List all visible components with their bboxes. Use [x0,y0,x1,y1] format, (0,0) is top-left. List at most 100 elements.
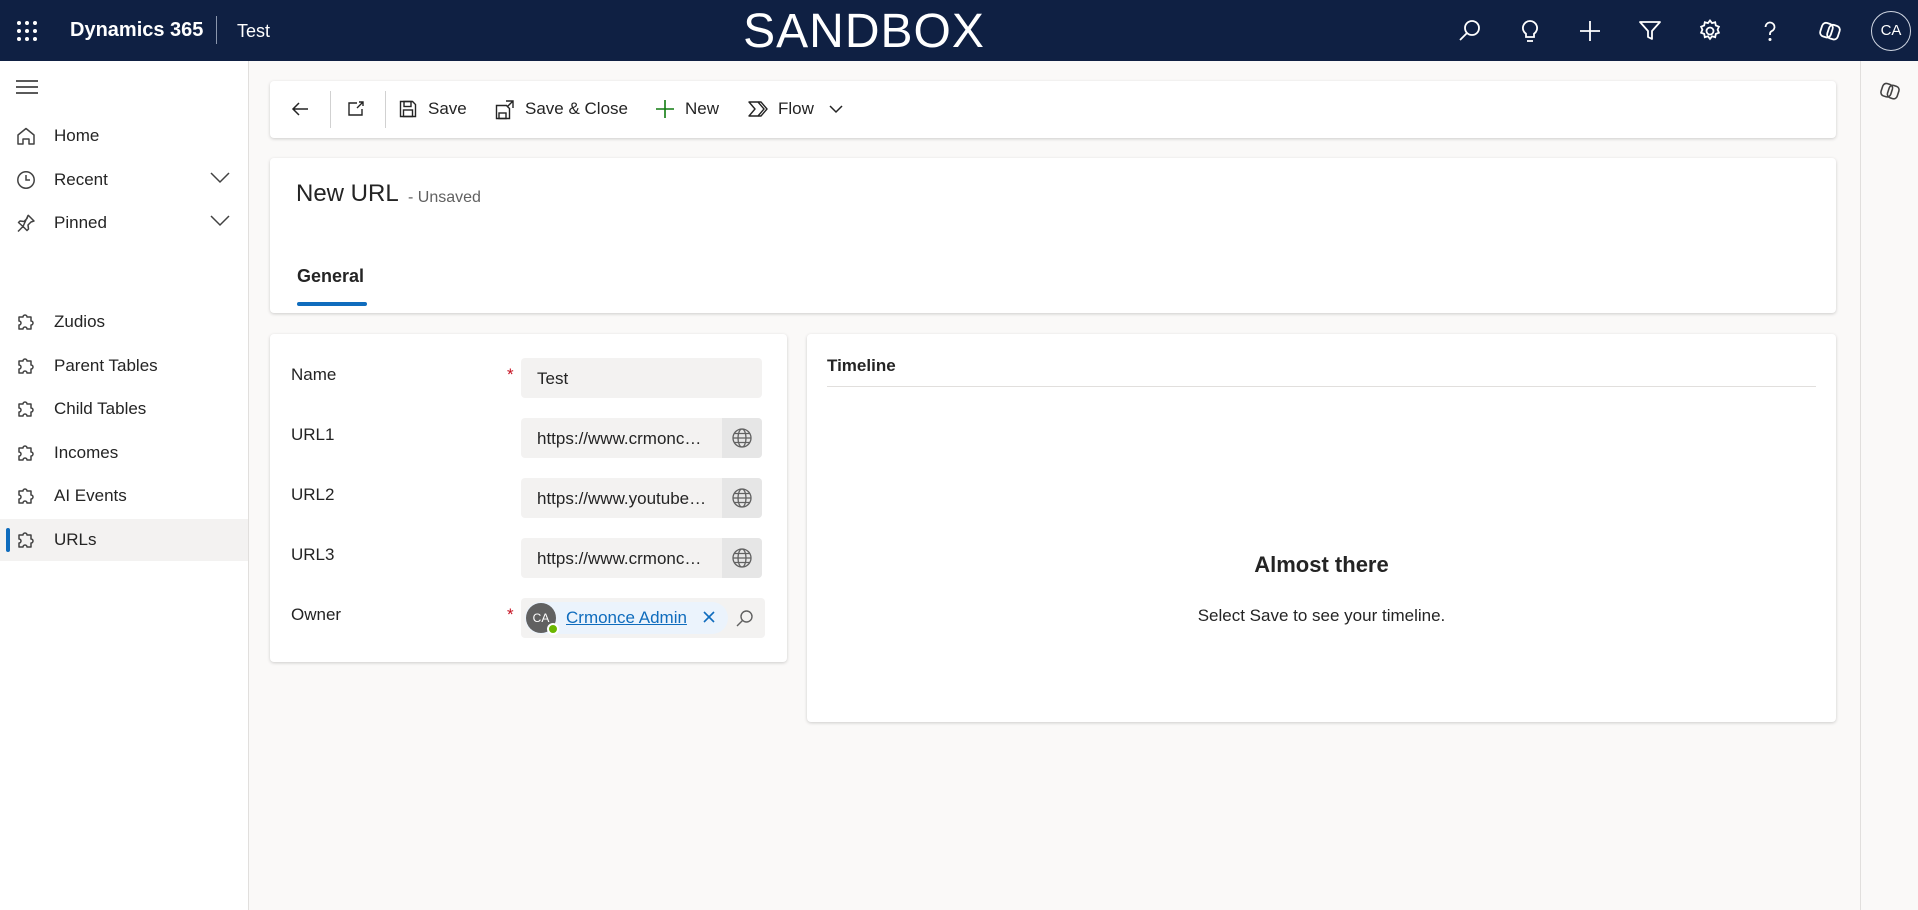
nav-item-child-tables[interactable]: Child Tables [0,388,248,430]
site-map-nav: Home Recent Pinned Zudios Parent Tables … [0,61,249,910]
timeline-empty-title: Almost there [1254,552,1389,577]
flow-label: Flow [778,99,814,118]
save-label: Save [428,99,467,118]
record-header: New URL - Unsaved General [270,158,1836,313]
url1-field-label: URL1 [291,425,335,444]
nav-item-ai-events[interactable]: AI Events [0,475,248,517]
record-title: New URL [296,180,399,207]
url3-field-value: https://www.crmonce.com [537,549,707,568]
flow-icon [748,99,770,119]
name-field-label: Name [291,365,337,384]
remove-owner-icon[interactable] [702,610,716,624]
back-button[interactable] [282,81,318,138]
tab-general[interactable]: General [297,266,364,287]
flow-button[interactable]: Flow [748,81,814,138]
plus-icon [655,99,675,119]
globe-icon [732,428,752,448]
new-button[interactable]: New [655,81,723,138]
chevron-down-icon [829,105,843,114]
nav-item-label: Pinned [54,213,107,232]
url3-field[interactable]: https://www.crmonce.com [521,538,762,578]
save-icon [398,99,418,119]
name-field-value: Test [537,369,569,388]
timeline-divider [827,386,1816,387]
lightbulb-icon[interactable] [1517,18,1543,44]
url3-field-label: URL3 [291,545,335,564]
clock-icon [16,170,36,190]
command-separator [330,91,331,128]
selected-tab-indicator [297,302,367,306]
pop-out-icon [346,99,366,119]
flow-dropdown-button[interactable] [825,81,849,138]
globe-icon [732,488,752,508]
url2-field-label: URL2 [291,485,335,504]
required-indicator: * [507,365,514,384]
required-indicator: * [507,605,514,624]
nav-item-label: Zudios [54,312,106,331]
puzzle-icon [16,530,36,550]
save-button[interactable]: Save [398,81,467,138]
gear-icon[interactable] [1697,18,1723,44]
puzzle-icon [16,356,36,376]
owner-name-link[interactable]: Crmonce Admin [566,608,687,628]
command-separator [385,91,386,128]
nav-item-label: Recent [54,170,108,189]
timeline-title: Timeline [827,356,896,375]
owner-lookup-field[interactable]: CA Crmonce Admin [521,598,765,638]
copilot-icon[interactable] [1817,18,1843,44]
hamburger-menu-icon[interactable] [16,79,38,95]
nav-item-parent-tables[interactable]: Parent Tables [0,345,248,387]
general-form-section: Name * Test URL1 https://www.crmonce.com… [270,334,787,662]
nav-item-urls[interactable]: URLs [0,519,248,561]
name-field[interactable]: Test [521,358,762,398]
nav-item-label: Child Tables [54,399,147,418]
chevron-down-icon[interactable] [210,172,230,184]
plus-icon[interactable] [1577,18,1603,44]
open-url3-button[interactable] [722,538,762,578]
record-save-status: - Unsaved [408,189,481,206]
copilot-icon[interactable] [1878,79,1902,103]
owner-tag[interactable]: CA Crmonce Admin [525,602,728,635]
url1-field[interactable]: https://www.crmonce.com [521,418,762,458]
puzzle-icon [16,312,36,332]
filter-icon[interactable] [1637,18,1663,44]
presence-available-icon [547,623,559,635]
nav-item-zudios[interactable]: Zudios [0,301,248,343]
side-pane-rail [1860,61,1918,910]
nav-item-label: Incomes [54,443,119,462]
pin-icon [16,213,36,233]
nav-item-recent[interactable]: Recent [0,159,248,201]
timeline-empty-message: Select Save to see your timeline. [1197,606,1446,625]
timeline-panel: Timeline Almost there Select Save to see… [807,334,1836,722]
save-and-close-label: Save & Close [525,99,628,118]
top-bar: Dynamics 365 Test SANDBOX CA [0,0,1918,61]
nav-item-home[interactable]: Home [0,115,248,157]
chevron-down-icon[interactable] [210,215,230,227]
save-and-close-button[interactable]: Save & Close [494,81,630,138]
nav-item-label: Home [54,126,100,145]
url1-field-value: https://www.crmonce.com [537,429,707,448]
nav-item-pinned[interactable]: Pinned [0,202,248,244]
open-url2-button[interactable] [722,478,762,518]
nav-item-label: URLs [54,530,97,549]
command-bar: Save Save & Close New Flow [270,81,1836,138]
open-new-window-button[interactable] [338,81,374,138]
arrow-left-icon [290,99,310,119]
puzzle-icon [16,486,36,506]
open-url1-button[interactable] [722,418,762,458]
nav-item-label: Parent Tables [54,356,158,375]
url2-field[interactable]: https://www.youtube.com [521,478,762,518]
nav-item-label: AI Events [54,486,127,505]
save-close-icon [494,99,516,121]
user-avatar[interactable]: CA [1871,11,1911,51]
url2-field-value: https://www.youtube.com [537,489,707,508]
nav-item-incomes[interactable]: Incomes [0,432,248,474]
puzzle-icon [16,443,36,463]
search-icon[interactable] [735,609,754,628]
help-icon[interactable] [1757,18,1783,44]
search-icon[interactable] [1457,18,1483,44]
puzzle-icon [16,399,36,419]
globe-icon [732,548,752,568]
owner-field-label: Owner [291,605,342,624]
home-icon [16,126,36,146]
